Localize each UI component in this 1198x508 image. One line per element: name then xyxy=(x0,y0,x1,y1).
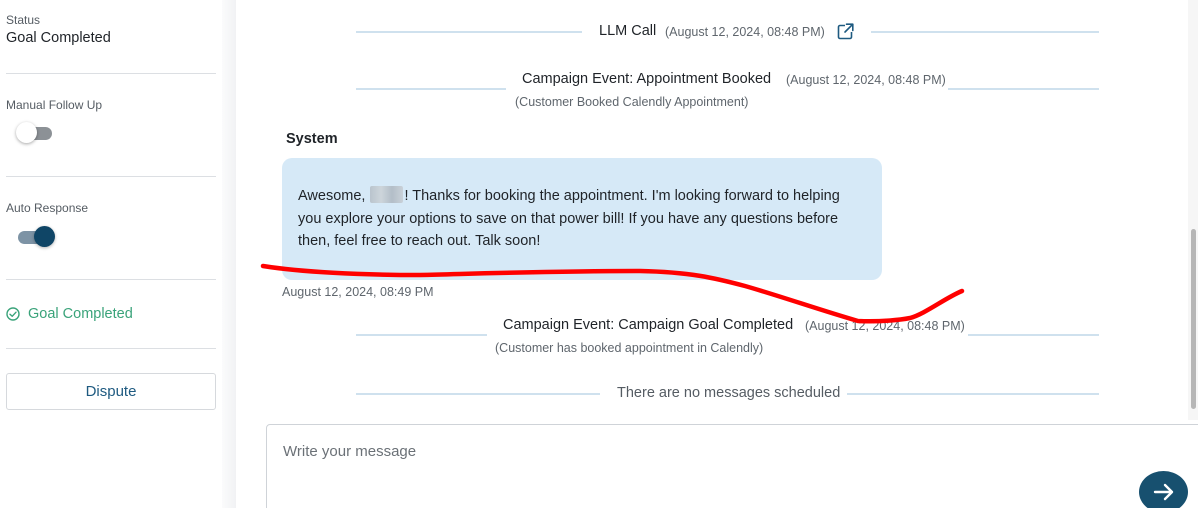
goal-completed-event: Campaign Event: Campaign Goal Completed … xyxy=(356,316,1099,355)
manual-follow-up-toggle[interactable] xyxy=(16,122,54,144)
scrollbar-thumb[interactable] xyxy=(1191,229,1196,409)
status-label: Status xyxy=(6,13,41,27)
panel-separator xyxy=(222,0,236,508)
event-divider-line xyxy=(847,393,1099,395)
manual-follow-up-label: Manual Follow Up xyxy=(6,98,103,112)
auto-response-toggle[interactable] xyxy=(16,226,55,248)
event-divider-line xyxy=(948,88,1099,90)
message-timestamp: August 12, 2024, 08:49 PM xyxy=(282,285,434,299)
event-time: (August 12, 2024, 08:48 PM) xyxy=(665,25,825,39)
message-text-start: Awesome, xyxy=(298,188,370,204)
no-scheduled-messages-text: There are no messages scheduled xyxy=(617,385,841,401)
message-input[interactable] xyxy=(283,443,1083,460)
goal-completed-indicator: Goal Completed xyxy=(6,305,133,323)
event-subtitle: (Customer has booked appointment in Cale… xyxy=(495,341,764,355)
message-composer xyxy=(266,424,1198,508)
goal-completed-text: Goal Completed xyxy=(28,306,133,322)
toggle-knob xyxy=(16,122,37,143)
dispute-button[interactable]: Dispute xyxy=(6,373,216,410)
event-divider-line xyxy=(356,393,600,395)
toggle-knob xyxy=(34,226,55,247)
no-scheduled-messages: There are no messages scheduled xyxy=(356,384,1099,404)
send-button[interactable] xyxy=(1139,471,1188,508)
llm-call-event: LLM Call (August 12, 2024, 08:48 PM) xyxy=(356,22,1099,42)
appointment-booked-event: Campaign Event: Appointment Booked (Augu… xyxy=(356,70,1099,109)
event-time: (August 12, 2024, 08:48 PM) xyxy=(805,319,965,333)
external-link-icon[interactable] xyxy=(837,23,854,40)
message-sender: System xyxy=(286,131,338,147)
event-title: Campaign Event: Campaign Goal Completed xyxy=(503,317,794,333)
event-title: LLM Call xyxy=(599,23,657,39)
status-value: Goal Completed xyxy=(6,30,111,46)
event-divider-line xyxy=(968,334,1099,336)
event-time: (August 12, 2024, 08:48 PM) xyxy=(786,73,946,87)
auto-response-label: Auto Response xyxy=(6,201,89,215)
event-title: Campaign Event: Appointment Booked xyxy=(522,71,772,87)
sidebar-divider xyxy=(6,279,216,280)
event-subtitle: (Customer Booked Calendly Appointment) xyxy=(515,95,749,109)
event-divider-line xyxy=(356,88,506,90)
event-divider-line xyxy=(871,31,1099,33)
sidebar-divider xyxy=(6,348,216,349)
event-divider-line xyxy=(356,31,582,33)
sidebar-divider xyxy=(6,176,216,177)
conversation-sidebar: Status Goal Completed Manual Follow Up A… xyxy=(0,0,222,508)
sidebar-divider xyxy=(6,73,216,74)
message-bubble: Awesome, ! Thanks for booking the appoin… xyxy=(282,158,882,280)
event-divider-line xyxy=(356,334,487,336)
redacted-name xyxy=(370,186,404,203)
arrow-right-icon xyxy=(1153,483,1173,501)
check-circle-icon xyxy=(6,307,20,321)
